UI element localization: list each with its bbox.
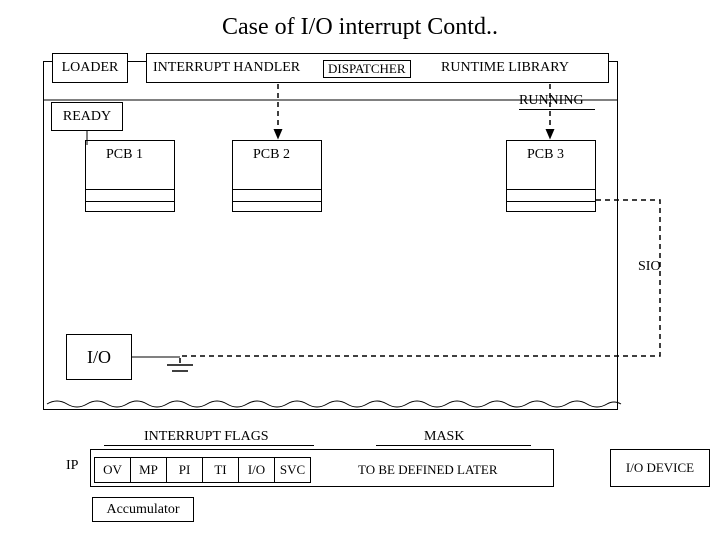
io-block-label: I/O <box>87 347 111 368</box>
ready-label: READY <box>63 109 111 125</box>
interrupt-flags-title: INTERRUPT FLAGS <box>144 429 269 445</box>
flag-svc: SVC <box>275 458 311 483</box>
io-device-box: I/O DEVICE <box>610 449 710 487</box>
mask-text: TO BE DEFINED LATER <box>358 462 498 478</box>
mask-title: MASK <box>424 429 464 445</box>
pcb2-label: PCB 2 <box>253 147 290 163</box>
flag-ov: OV <box>95 458 131 483</box>
pcb1-label: PCB 1 <box>106 147 143 163</box>
accumulator-label: Accumulator <box>106 502 179 518</box>
loader-box: LOADER <box>52 53 128 83</box>
interrupt-flags-underline <box>104 445 314 446</box>
pcb2-row2 <box>232 201 322 202</box>
slide-title: Case of I/O interrupt Contd.. <box>0 14 720 41</box>
pcb1-row2 <box>85 201 175 202</box>
flag-mp: MP <box>131 458 167 483</box>
flag-io: I/O <box>239 458 275 483</box>
running-label: RUNNING <box>519 93 584 109</box>
dispatcher-label: DISPATCHER <box>323 60 411 78</box>
flag-pi: PI <box>167 458 203 483</box>
ready-state-box: READY <box>51 102 123 131</box>
io-block: I/O <box>66 334 132 380</box>
interrupt-handler-label: INTERRUPT HANDLER <box>153 60 300 76</box>
pcb2-row1 <box>232 189 322 190</box>
pcb3-row1 <box>506 189 596 190</box>
pcb1-row1 <box>85 189 175 190</box>
running-underline <box>519 109 595 110</box>
flag-ti: TI <box>203 458 239 483</box>
mask-underline <box>376 445 531 446</box>
runtime-library-label: RUNTIME LIBRARY <box>441 60 569 76</box>
io-device-label: I/O DEVICE <box>626 460 694 476</box>
sio-label: SIO <box>638 259 661 275</box>
accumulator-box: Accumulator <box>92 497 194 522</box>
pcb3-label: PCB 3 <box>527 147 564 163</box>
loader-label: LOADER <box>62 60 119 76</box>
pcb3-row2 <box>506 201 596 202</box>
ih-disp-rtl-box: INTERRUPT HANDLER DISPATCHER RUNTIME LIB… <box>146 53 609 83</box>
ip-label: IP <box>66 458 78 474</box>
flags-table: OV MP PI TI I/O SVC <box>94 457 311 483</box>
